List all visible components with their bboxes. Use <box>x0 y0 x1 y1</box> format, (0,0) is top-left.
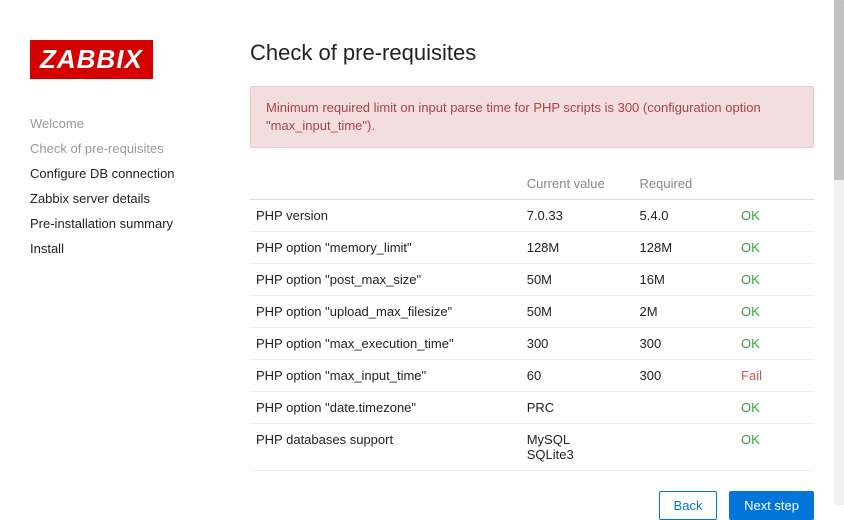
main-content: Check of pre-requisites Minimum required… <box>230 40 814 485</box>
table-row: PHP version7.0.335.4.0OK <box>250 200 814 232</box>
table-row: PHP option "memory_limit"128M128MOK <box>250 232 814 264</box>
table-row: PHP option "max_input_time"60300Fail <box>250 360 814 392</box>
cell-required: 300 <box>634 360 736 392</box>
cell-current: 60 <box>521 360 634 392</box>
page-title: Check of pre-requisites <box>250 40 814 66</box>
sidebar-item-1[interactable]: Check of pre-requisites <box>30 136 230 161</box>
scrollbar-track[interactable] <box>834 0 844 505</box>
cell-current: 50M <box>521 296 634 328</box>
cell-required <box>634 392 736 424</box>
cell-status: OK <box>735 232 814 264</box>
sidebar-item-5[interactable]: Install <box>30 236 230 261</box>
sidebar-item-4[interactable]: Pre-installation summary <box>30 211 230 236</box>
table-row: PHP databases supportMySQLSQLite3 OK <box>250 424 814 471</box>
cell-name: PHP option "max_execution_time" <box>250 328 521 360</box>
sidebar-item-0[interactable]: Welcome <box>30 111 230 136</box>
cell-name: PHP option "max_input_time" <box>250 360 521 392</box>
sidebar-item-2[interactable]: Configure DB connection <box>30 161 230 186</box>
cell-status: OK <box>735 424 814 471</box>
cell-required: 128M <box>634 232 736 264</box>
table-row: PHP option "post_max_size"50M16MOK <box>250 264 814 296</box>
scrollbar-thumb[interactable] <box>834 0 844 180</box>
cell-name: PHP option "post_max_size" <box>250 264 521 296</box>
next-step-button[interactable]: Next step <box>729 491 814 520</box>
cell-current: 7.0.33 <box>521 200 634 232</box>
cell-status: Fail <box>735 360 814 392</box>
cell-required: 300 <box>634 328 736 360</box>
cell-status: OK <box>735 264 814 296</box>
nav-list: WelcomeCheck of pre-requisitesConfigure … <box>30 111 230 261</box>
header-current: Current value <box>521 168 634 200</box>
table-row: PHP option "upload_max_filesize"50M2MOK <box>250 296 814 328</box>
back-button[interactable]: Back <box>659 491 718 520</box>
cell-current: 128M <box>521 232 634 264</box>
alert-error: Minimum required limit on input parse ti… <box>250 86 814 148</box>
cell-name: PHP version <box>250 200 521 232</box>
cell-required: 2M <box>634 296 736 328</box>
cell-required <box>634 424 736 471</box>
table-row: PHP option "date.timezone"PRC OK <box>250 392 814 424</box>
sidebar: ZABBIX WelcomeCheck of pre-requisitesCon… <box>30 40 230 485</box>
cell-name: PHP option "memory_limit" <box>250 232 521 264</box>
logo: ZABBIX <box>30 40 153 79</box>
cell-current: 50M <box>521 264 634 296</box>
prereq-table: Current value Required PHP version7.0.33… <box>250 168 814 471</box>
cell-status: OK <box>735 392 814 424</box>
cell-name: PHP option "date.timezone" <box>250 392 521 424</box>
button-row: Back Next step <box>250 491 814 520</box>
cell-status: OK <box>735 328 814 360</box>
cell-current: 300 <box>521 328 634 360</box>
cell-current: PRC <box>521 392 634 424</box>
cell-current: MySQLSQLite3 <box>521 424 634 471</box>
cell-required: 5.4.0 <box>634 200 736 232</box>
sidebar-item-3[interactable]: Zabbix server details <box>30 186 230 211</box>
header-status <box>735 168 814 200</box>
header-required: Required <box>634 168 736 200</box>
cell-status: OK <box>735 296 814 328</box>
cell-required: 16M <box>634 264 736 296</box>
cell-status: OK <box>735 200 814 232</box>
header-name <box>250 168 521 200</box>
cell-name: PHP option "upload_max_filesize" <box>250 296 521 328</box>
cell-name: PHP databases support <box>250 424 521 471</box>
table-row: PHP option "max_execution_time"300300OK <box>250 328 814 360</box>
